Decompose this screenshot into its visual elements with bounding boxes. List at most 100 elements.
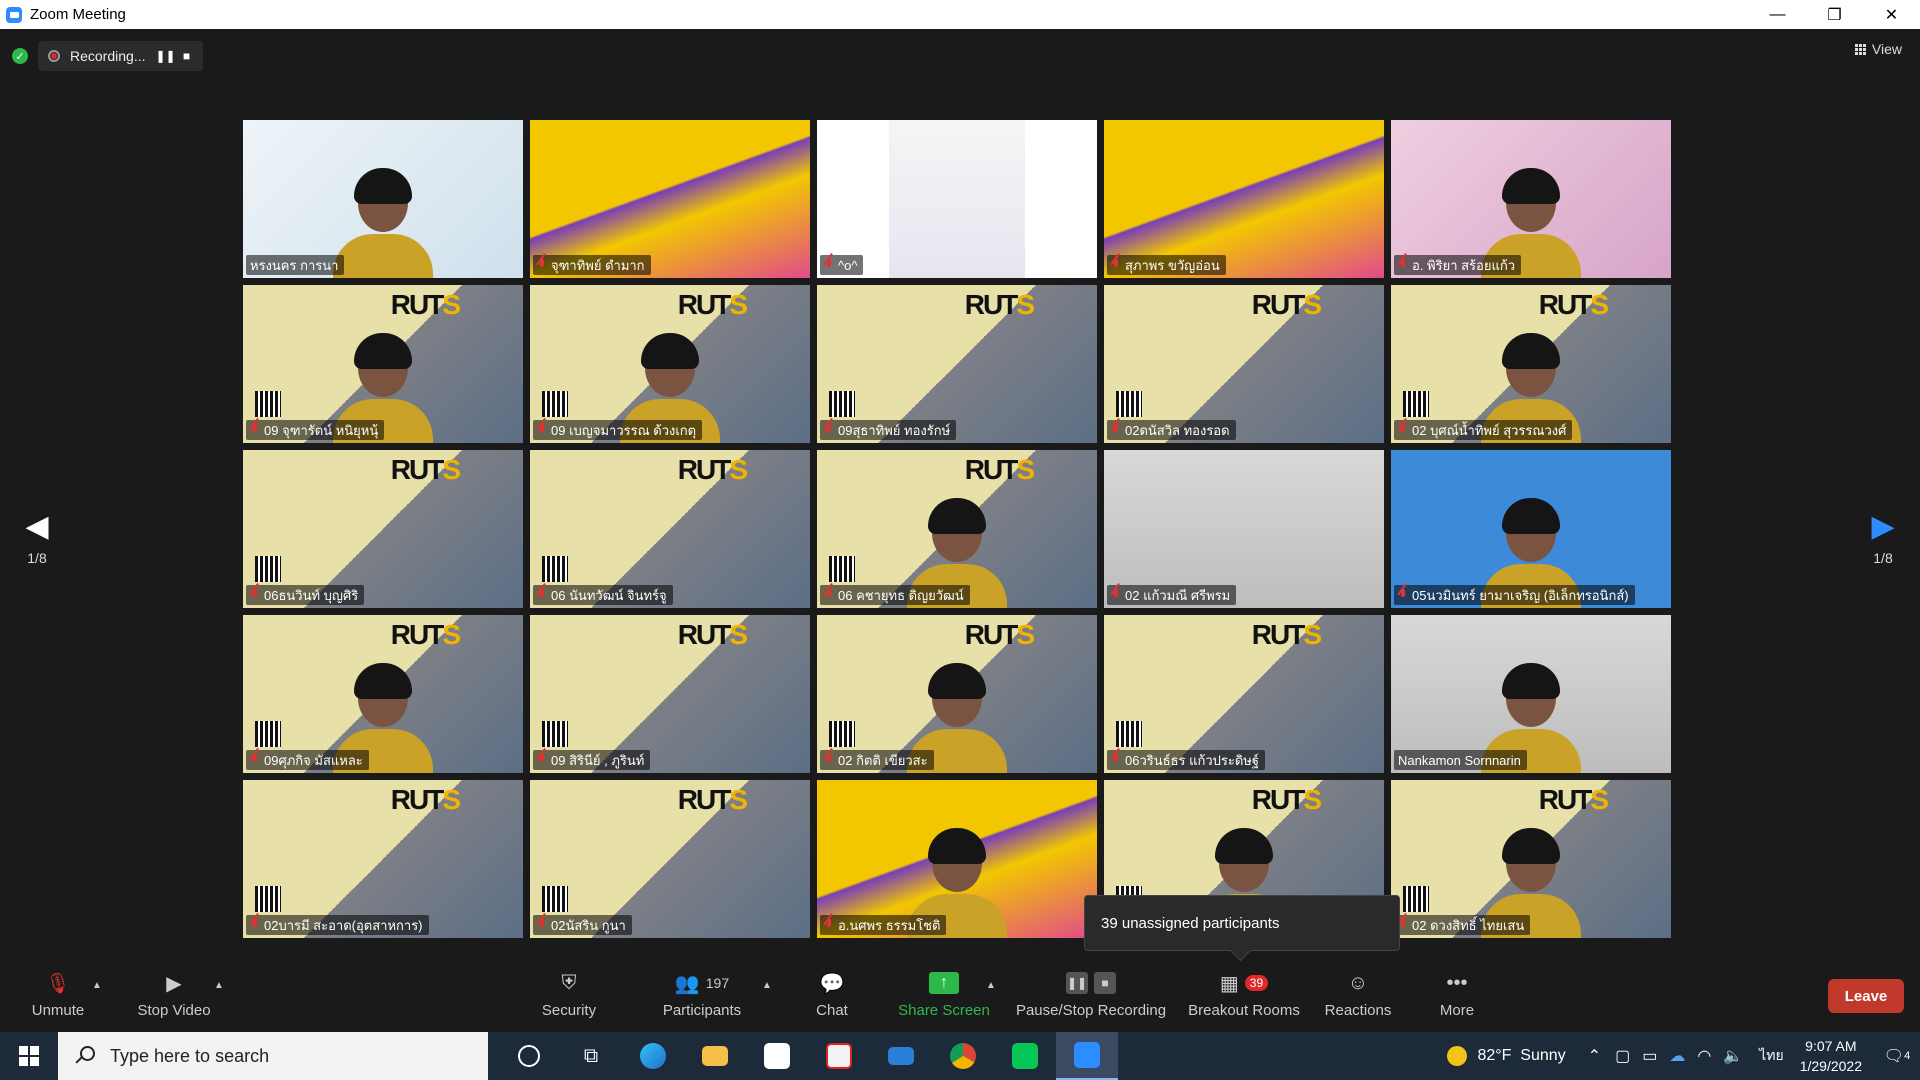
qr-code-icon	[1116, 721, 1142, 747]
participant-tile[interactable]: RUTS 02 ดวงสิทธิ์ ไทยเสน	[1391, 780, 1671, 938]
zoom-app-icon	[6, 6, 22, 23]
muted-mic-icon	[1111, 753, 1121, 767]
participant-name-tag: 02ดนัสวิล ทองรอด	[1107, 420, 1236, 440]
qr-code-icon	[1403, 886, 1429, 912]
person-hair	[354, 333, 412, 369]
store-icon	[764, 1043, 790, 1069]
participant-tile[interactable]: RUTS 09 จุฑารัตน์ หนิยุหนุ้	[243, 285, 523, 443]
participant-tile[interactable]: อ.นศพร ธรรมโชติ	[817, 780, 1097, 938]
encryption-shield-icon[interactable]: ✓	[12, 48, 28, 64]
participant-tile[interactable]: 02 แก้วมณี ศรีพรม	[1104, 450, 1384, 608]
minimize-button[interactable]: —	[1749, 0, 1806, 29]
participant-tile[interactable]: RUTS 09ศุภกิจ มัสแหละ	[243, 615, 523, 773]
task-view-button[interactable]: ⧉	[560, 1032, 622, 1080]
participant-tile[interactable]: RUTS 06 นันทวัฒน์ จินทร์จู	[530, 450, 810, 608]
wifi-icon[interactable]: ◠	[1697, 1046, 1711, 1066]
participant-name: 05นวมินทร์ ยามาเจริญ (อิเล็กทรอนิกส์)	[1412, 587, 1629, 603]
show-hidden-icons-caret-icon[interactable]: ⌃	[1588, 1046, 1601, 1066]
window-title: Zoom Meeting	[30, 6, 126, 23]
store-app[interactable]	[746, 1032, 808, 1080]
participants-options-caret-icon[interactable]: ▲	[762, 980, 772, 991]
participant-name-tag: 06ธนวินท์ บุญศิริ	[246, 585, 365, 605]
onedrive-cloud-icon[interactable]: ☁	[1669, 1046, 1685, 1066]
participant-tile[interactable]: RUTS 06 คชายุทธ ดิญยวัฒน์	[817, 450, 1097, 608]
notification-center-button[interactable]: 🗨 4	[1874, 1046, 1920, 1066]
taskbar-clock[interactable]: 9:07 AM 1/29/2022	[1800, 1036, 1862, 1076]
device-icon[interactable]: ▢	[1615, 1046, 1630, 1066]
input-language[interactable]: ไทย	[1759, 1045, 1783, 1067]
leave-button[interactable]: Leave	[1828, 979, 1904, 1013]
taskbar-apps: ⧉	[498, 1032, 1118, 1080]
start-button[interactable]	[0, 1032, 58, 1080]
rut-logo: RUTS	[390, 784, 461, 815]
file-explorer-app[interactable]	[684, 1032, 746, 1080]
chat-button[interactable]: 💬 Chat	[772, 968, 892, 1020]
share-screen-button[interactable]: ↑ Share Screen	[884, 968, 1004, 1019]
more-button[interactable]: ••• More	[1397, 968, 1517, 1020]
rut-logo: RUTS	[964, 454, 1035, 485]
prev-page[interactable]: ◀ 1/8	[17, 509, 57, 566]
participant-tile[interactable]: RUTS 06ธนวินท์ บุญศิริ	[243, 450, 523, 608]
participant-tile[interactable]: 05นวมินทร์ ยามาเจริญ (อิเล็กทรอนิกส์)	[1391, 450, 1671, 608]
participant-tile[interactable]: RUTS 06วรินธ์ธร แก้วประดิษฐ์	[1104, 615, 1384, 773]
cortana-button[interactable]	[498, 1032, 560, 1080]
breakout-rooms-button[interactable]: ▦ 39 Breakout Rooms	[1184, 968, 1304, 1020]
participant-tile[interactable]: RUTS 09 สิรินีย์ , ภูรินท์	[530, 615, 810, 773]
participant-tile[interactable]: RUTS 02บารมี สะอาด(อุตสาหการ)	[243, 780, 523, 938]
participant-name: 06 นันทวัฒน์ จินทร์จู	[551, 587, 667, 603]
participant-tile[interactable]: ^o^	[817, 120, 1097, 278]
participant-name-tag: สุภาพร ขวัญอ่อน	[1107, 255, 1226, 275]
close-button[interactable]: ✕	[1863, 0, 1920, 29]
participant-name-tag: 02นัสริน กูนา	[533, 915, 632, 935]
chat-label: Chat	[816, 1002, 848, 1019]
restore-button[interactable]: ❐	[1806, 0, 1863, 29]
muted-mic-icon	[824, 423, 834, 437]
line-app[interactable]	[994, 1032, 1056, 1080]
chrome-app[interactable]	[932, 1032, 994, 1080]
participant-tile[interactable]: สุภาพร ขวัญอ่อน	[1104, 120, 1384, 278]
muted-mic-icon	[537, 918, 547, 932]
shield-icon: ⛨	[561, 971, 577, 994]
person-hair	[1502, 333, 1560, 369]
edge-app[interactable]	[622, 1032, 684, 1080]
stop-recording-button[interactable]: ■	[179, 49, 193, 63]
video-options-caret-icon[interactable]: ▲	[214, 980, 224, 991]
zoom-app[interactable]	[1056, 1032, 1118, 1080]
security-button[interactable]: ⛨ Security	[509, 968, 629, 1020]
unmute-button[interactable]: 🎙 Unmute	[0, 968, 118, 1020]
participant-tile[interactable]: RUTS 02 กิตติ เขียวสะ	[817, 615, 1097, 773]
pause-stop-recording-button[interactable]: ❚❚ ■ Pause/Stop Recording	[1016, 968, 1166, 1019]
muted-mic-icon	[824, 258, 834, 272]
view-button[interactable]: View	[1854, 41, 1902, 57]
prev-page-arrow-icon[interactable]: ◀	[17, 509, 57, 544]
participants-button[interactable]: 👥 197 Participants	[642, 968, 762, 1020]
participant-name-tag: 06 คชายุทธ ดิญยวัฒน์	[820, 585, 970, 605]
participant-tile[interactable]: RUTS 02นัสริน กูนา	[530, 780, 810, 938]
participant-tile[interactable]: RUTS 09สุธาทิพย์ ทองรักษ์	[817, 285, 1097, 443]
participant-tile[interactable]: อ. พิริยา สร้อยแก้ว	[1391, 120, 1671, 278]
audio-options-caret-icon[interactable]: ▲	[92, 980, 102, 991]
mail-app[interactable]	[870, 1032, 932, 1080]
next-page-arrow-icon[interactable]: ▶	[1863, 509, 1903, 544]
participant-tile[interactable]: RUTS 02 บุศณ์น้ำทิพย์ สุวรรณวงศ์	[1391, 285, 1671, 443]
participant-tile[interactable]: จุฑาทิพย์ ดำมาก	[530, 120, 810, 278]
meeting-toolbar: 🎙 Unmute ▲ ▶ Stop Video ▲ ⛨ Security 👥 1…	[0, 962, 1920, 1032]
next-page[interactable]: ▶ 1/8	[1863, 509, 1903, 566]
share-options-caret-icon[interactable]: ▲	[986, 980, 996, 991]
acrobat-app[interactable]	[808, 1032, 870, 1080]
battery-icon[interactable]: ▭	[1642, 1046, 1657, 1066]
taskbar-search[interactable]: Type here to search	[58, 1032, 488, 1080]
qr-code-icon	[255, 721, 281, 747]
volume-icon[interactable]: 🔈	[1723, 1046, 1743, 1066]
pause-recording-button[interactable]: ❚❚	[155, 49, 175, 63]
search-placeholder[interactable]: Type here to search	[110, 1046, 269, 1067]
share-screen-icon: ↑	[929, 968, 959, 998]
participant-tile[interactable]: RUTS 02ดนัสวิล ทองรอด	[1104, 285, 1384, 443]
participant-tile[interactable]: Nankamon Sornnarin	[1391, 615, 1671, 773]
stop-video-button[interactable]: ▶ Stop Video	[114, 968, 234, 1020]
participant-tile[interactable]: หรงนคร การนา	[243, 120, 523, 278]
participant-tile[interactable]: RUTS 09 เบญจมาวรรณ ด้วงเกตุ	[530, 285, 810, 443]
participant-name: 06 คชายุทธ ดิญยวัฒน์	[838, 587, 964, 603]
weather-text[interactable]: 82°F Sunny	[1477, 1047, 1565, 1065]
participant-name: 09 เบญจมาวรรณ ด้วงเกตุ	[551, 422, 697, 438]
